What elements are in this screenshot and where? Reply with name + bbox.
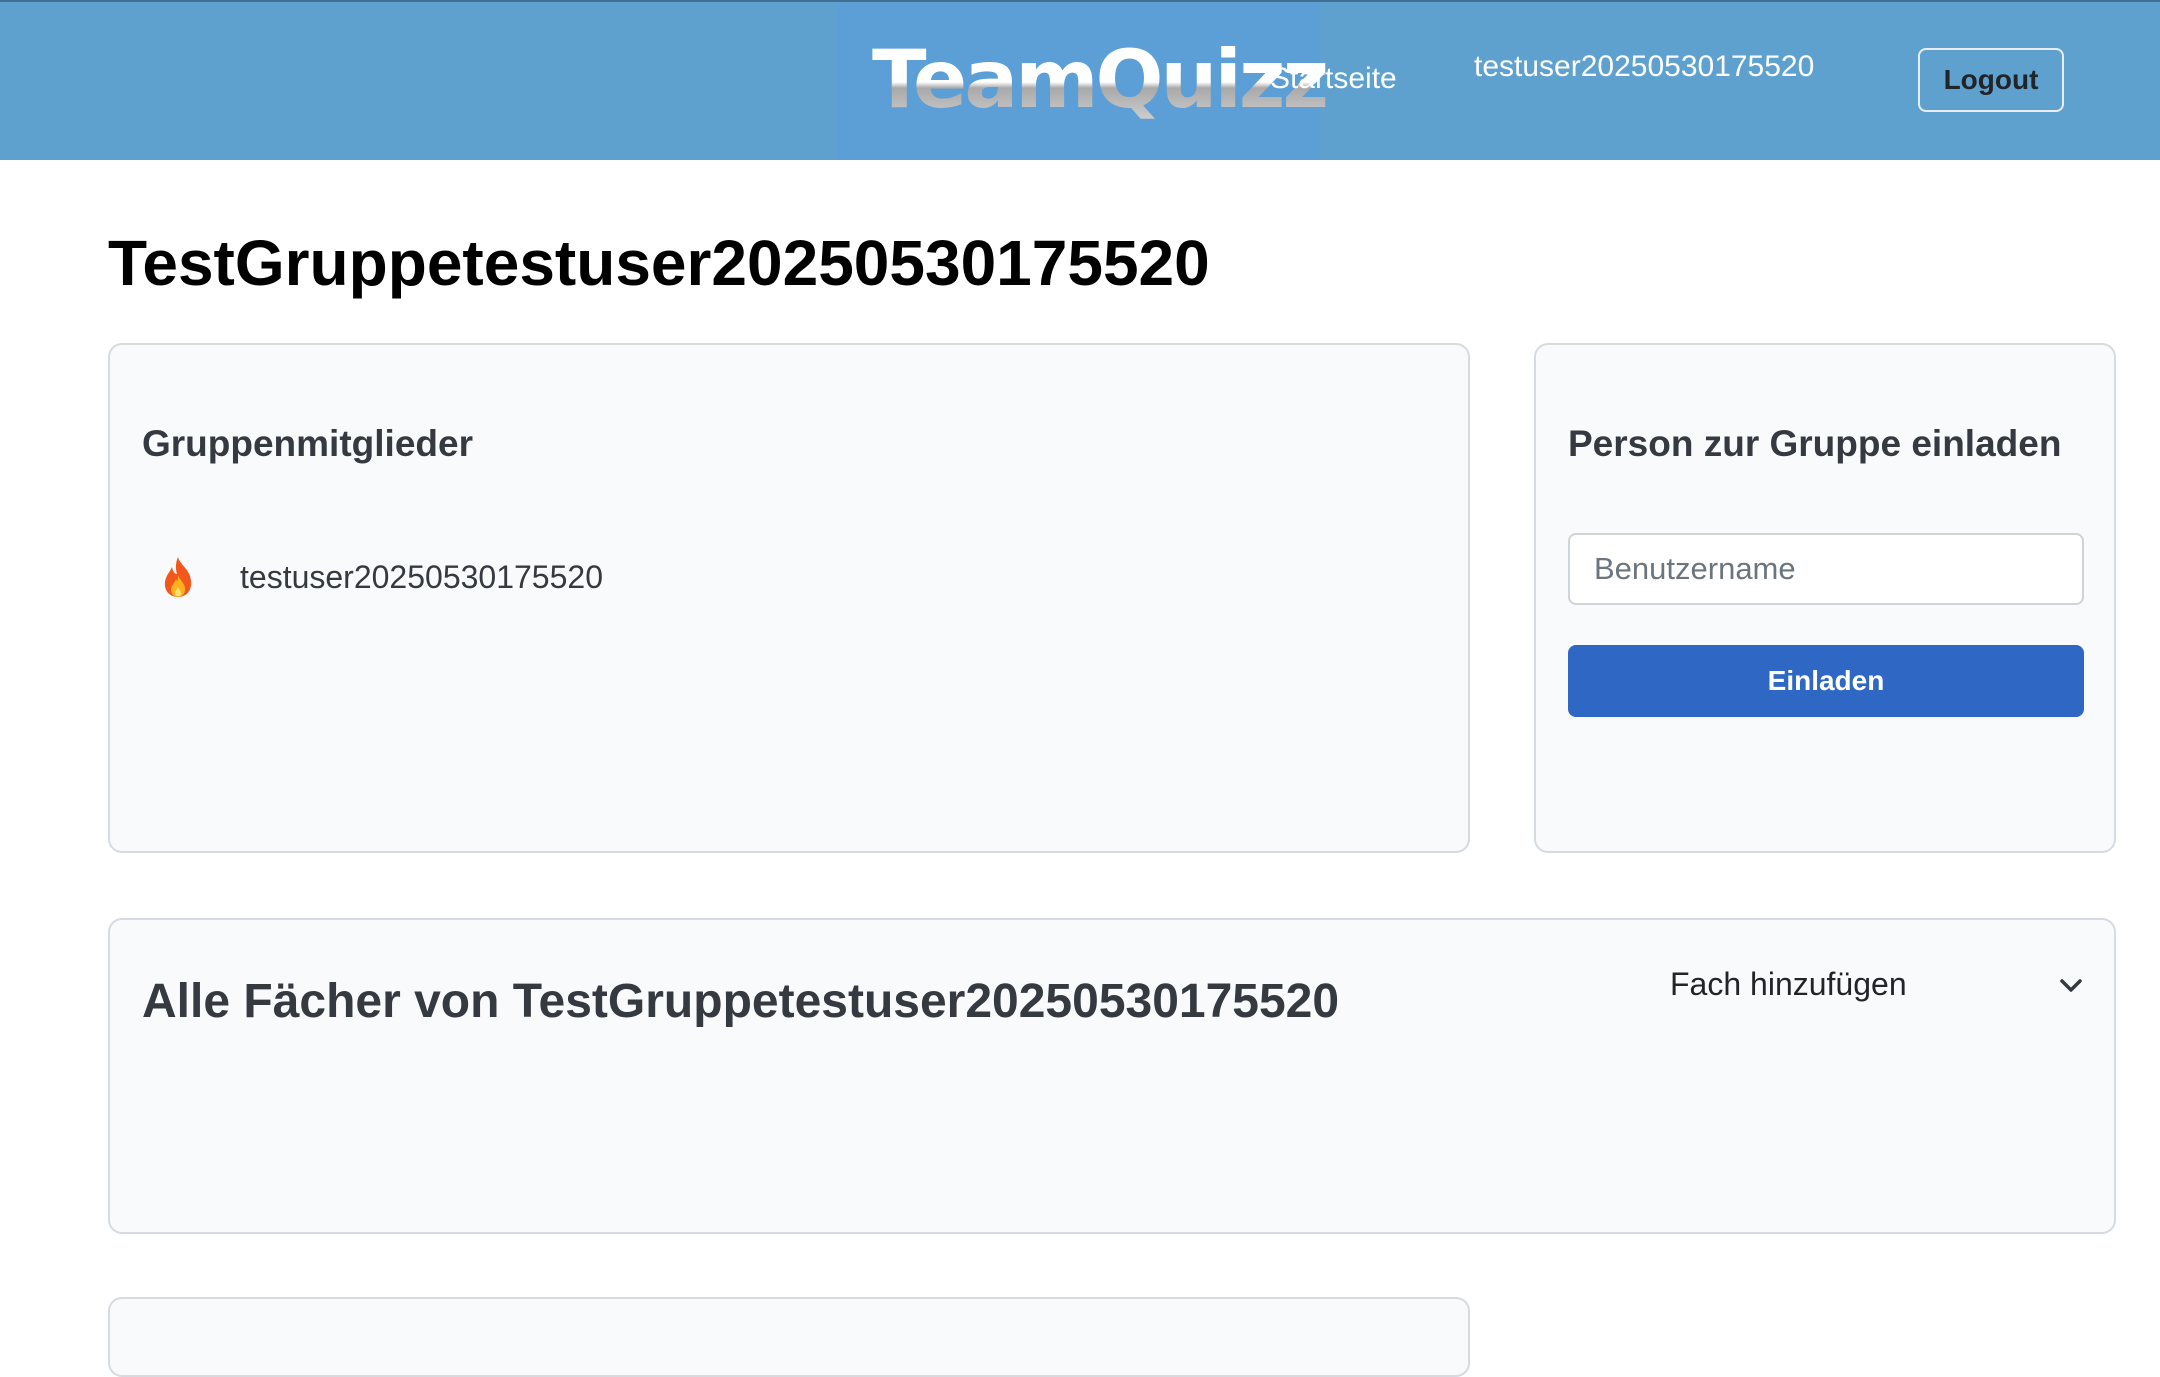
invite-card: Person zur Gruppe einladen Einladen bbox=[1534, 343, 2116, 853]
nav-username[interactable]: testuser20250530175520 bbox=[1474, 50, 1814, 84]
add-subject-label: Fach hinzufügen bbox=[1670, 965, 1907, 1002]
invite-title: Person zur Gruppe einladen bbox=[1568, 423, 2062, 464]
username-input[interactable] bbox=[1568, 533, 2084, 605]
subjects-title: Alle Fächer von TestGruppetestuser202505… bbox=[142, 975, 1340, 1028]
members-card: Gruppenmitglieder testuser20250530175520 bbox=[108, 343, 1470, 853]
page-title: TestGruppetestuser20250530175520 bbox=[108, 227, 1210, 299]
logout-button[interactable]: Logout bbox=[1918, 48, 2064, 112]
add-subject-dropdown[interactable]: Fach hinzufügen bbox=[1670, 956, 2100, 1012]
next-card bbox=[108, 1297, 1470, 1377]
member-list-item: testuser20250530175520 bbox=[160, 553, 603, 601]
invite-button[interactable]: Einladen bbox=[1568, 645, 2084, 717]
nav-link-startseite[interactable]: Startseite bbox=[1270, 62, 1397, 96]
fire-icon bbox=[164, 557, 192, 597]
chevron-down-icon bbox=[2060, 979, 2082, 992]
members-title: Gruppenmitglieder bbox=[142, 423, 473, 464]
member-name: testuser20250530175520 bbox=[240, 558, 603, 595]
app-logo[interactable]: TeamQuizz bbox=[872, 30, 1329, 130]
subjects-card: Alle Fächer von TestGruppetestuser202505… bbox=[108, 918, 2116, 1234]
